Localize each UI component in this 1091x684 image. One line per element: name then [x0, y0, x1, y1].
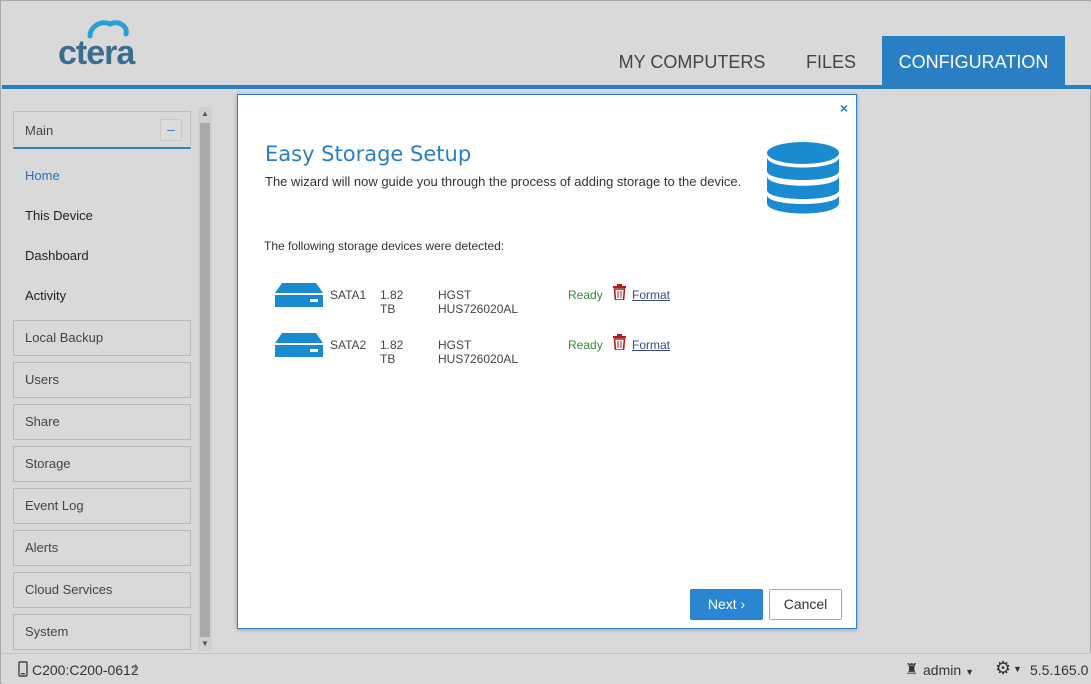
scroll-down-icon[interactable]: ▼ [198, 637, 212, 651]
trash-icon[interactable] [613, 284, 626, 300]
user-menu[interactable]: admin ▼ [923, 662, 974, 678]
header-divider [2, 85, 1091, 89]
status-bar: C200:C200-0612 i ♜ admin ▼ ⚙ ▼ 5.5.165.0 [2, 653, 1091, 684]
format-link[interactable]: Format [632, 288, 670, 302]
trash-icon[interactable] [613, 334, 626, 350]
close-icon[interactable]: × [840, 100, 848, 116]
chevron-down-icon: ▼ [965, 667, 975, 677]
device-icon [18, 661, 28, 677]
device-identifier: C200:C200-0612 [32, 662, 139, 678]
scroll-up-icon[interactable]: ▲ [198, 107, 212, 121]
sidebar-group-cloud-services[interactable]: Cloud Services [13, 572, 191, 608]
device-size: 1.82 TB [380, 288, 404, 316]
sidebar-group-system[interactable]: System [13, 614, 191, 650]
cancel-button[interactable]: Cancel [769, 589, 842, 620]
sidebar-group-users[interactable]: Users [13, 362, 191, 398]
hard-disk-icon [275, 283, 323, 307]
collapse-button[interactable]: – [160, 119, 182, 141]
chevron-down-icon[interactable]: ▼ [1013, 664, 1022, 674]
sidebar-item-this-device[interactable]: This Device [25, 208, 93, 223]
logo-text: ctera [58, 34, 135, 72]
sidebar-scrollbar[interactable]: ▲ ▼ [198, 107, 212, 651]
info-icon[interactable]: i [133, 662, 137, 678]
scrollbar-thumb[interactable] [200, 123, 210, 637]
user-name: admin [923, 662, 962, 678]
version-label: 5.5.165.0 [1030, 662, 1089, 678]
sidebar-group-event-log[interactable]: Event Log [13, 488, 191, 524]
sidebar-item-activity[interactable]: Activity [25, 288, 66, 303]
gear-icon[interactable]: ⚙ [995, 658, 1011, 679]
device-name: SATA2 [330, 338, 367, 352]
device-status: Ready [568, 338, 603, 352]
tab-configuration[interactable]: CONFIGURATION [882, 36, 1065, 88]
sidebar-group-share[interactable]: Share [13, 404, 191, 440]
next-button[interactable]: Next › [690, 589, 763, 620]
tab-my-computers[interactable]: MY COMPUTERS [607, 36, 777, 88]
ctera-logo: ctera [58, 20, 158, 72]
tab-files[interactable]: FILES [791, 36, 871, 88]
dialog-description: The wizard will now guide you through th… [265, 174, 742, 189]
device-model: HGST HUS726020AL [438, 338, 519, 366]
detected-devices-label: The following storage devices were detec… [264, 239, 505, 253]
device-name: SATA1 [330, 288, 367, 302]
format-link[interactable]: Format [632, 338, 670, 352]
sidebar-group-local-backup[interactable]: Local Backup [13, 320, 191, 356]
easy-storage-setup-dialog: × Easy Storage Setup The wizard will now… [237, 94, 857, 629]
sidebar-section-main[interactable]: Main – [13, 111, 191, 149]
device-size: 1.82 TB [380, 338, 404, 366]
sidebar-section-label: Main [25, 123, 54, 138]
dialog-title: Easy Storage Setup [265, 142, 472, 166]
sidebar-item-dashboard[interactable]: Dashboard [25, 248, 89, 263]
device-status: Ready [568, 288, 603, 302]
hard-disk-icon [275, 333, 323, 357]
app-window: ctera MY COMPUTERS FILES CONFIGURATION M… [0, 0, 1091, 684]
user-icon: ♜ [905, 661, 919, 678]
database-icon [767, 142, 839, 214]
sidebar-group-storage[interactable]: Storage [13, 446, 191, 482]
device-model: HGST HUS726020AL [438, 288, 519, 316]
sidebar-item-home[interactable]: Home [25, 168, 60, 183]
header: ctera MY COMPUTERS FILES CONFIGURATION [2, 2, 1091, 88]
sidebar-group-alerts[interactable]: Alerts [13, 530, 191, 566]
